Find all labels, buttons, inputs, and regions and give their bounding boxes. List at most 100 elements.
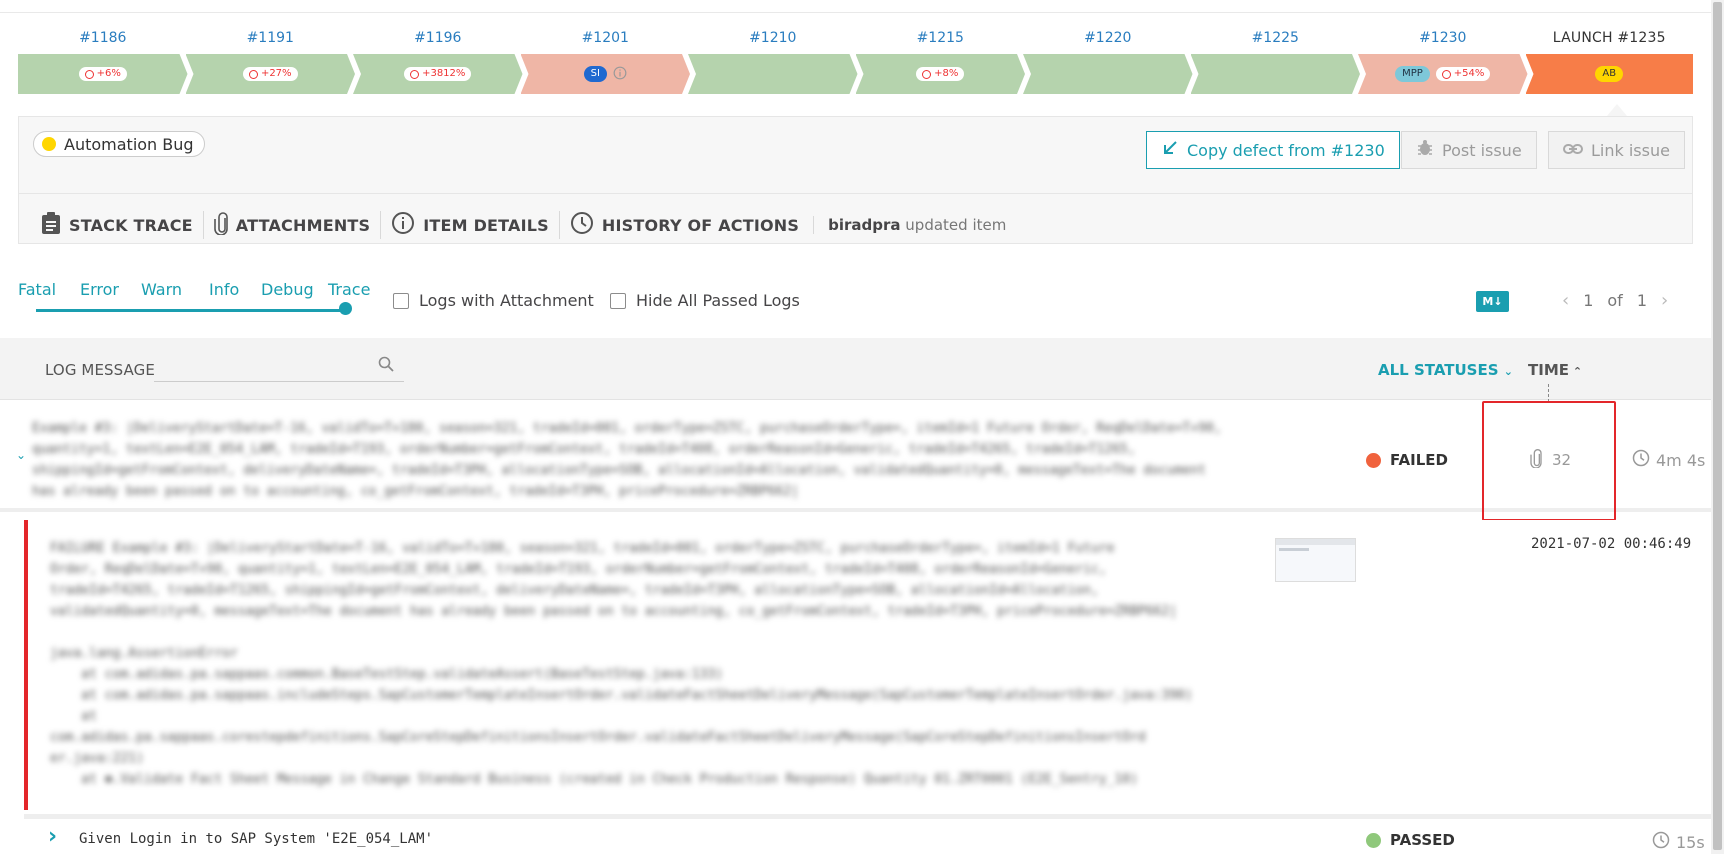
time-sort-header[interactable]: TIME ⌃ bbox=[1528, 361, 1582, 379]
history-item[interactable]: #1230 MPP +54% bbox=[1358, 28, 1528, 96]
last-action-note: biradpra updated item bbox=[813, 216, 1006, 234]
tab-attachments[interactable]: ATTACHMENTS bbox=[202, 211, 381, 239]
tab-stack-trace[interactable]: STACK TRACE bbox=[31, 212, 203, 238]
defect-tag: SI bbox=[583, 66, 607, 82]
history-item-number[interactable]: #1191 bbox=[186, 28, 356, 48]
history-line: #1186 +6% #1191 +27% #1196 +3812% #1201 SI #1210… bbox=[18, 28, 1693, 96]
level-slider-handle[interactable] bbox=[339, 302, 352, 315]
tab-history-label: HISTORY OF ACTIONS bbox=[601, 215, 800, 235]
history-item[interactable]: #1196 +3812% bbox=[353, 28, 523, 96]
history-item[interactable]: #1210 bbox=[688, 28, 858, 96]
tab-item-details[interactable]: ITEM DETAILS bbox=[380, 211, 559, 239]
highlight-box bbox=[1482, 401, 1616, 521]
history-item[interactable]: #1215 +8% bbox=[856, 28, 1026, 96]
history-item-number[interactable]: #1201 bbox=[521, 28, 691, 48]
history-item-number[interactable]: #1225 bbox=[1191, 28, 1361, 48]
search-icon[interactable] bbox=[378, 356, 394, 376]
clock-icon bbox=[248, 69, 258, 79]
info-icon[interactable] bbox=[613, 65, 627, 84]
clock-icon bbox=[410, 69, 420, 79]
history-item-number[interactable]: #1220 bbox=[1023, 28, 1193, 48]
log-entry-text: FAILURE Example #3: |DeliveryStartDate=T… bbox=[50, 541, 1193, 787]
defect-panel: Automation Bug Copy defect from #1230 Po… bbox=[18, 116, 1693, 244]
log-message-text: Example #3: |DeliveryStartDate=T-16, val… bbox=[32, 421, 1222, 499]
level-error[interactable]: Error bbox=[80, 280, 119, 299]
top-border bbox=[0, 0, 1711, 13]
clipboard-icon bbox=[41, 212, 61, 238]
logs-with-attachment-label: Logs with Attachment bbox=[419, 291, 594, 310]
screenshot-thumbnail[interactable] bbox=[1275, 538, 1356, 582]
time-column-guide bbox=[1548, 384, 1549, 402]
checkbox-box[interactable] bbox=[393, 292, 409, 309]
level-slider-track[interactable] bbox=[36, 309, 348, 312]
duration-label: 15s bbox=[1676, 832, 1705, 852]
copy-defect-button[interactable]: Copy defect from #1230 bbox=[1146, 131, 1400, 169]
scrollbar-thumb[interactable] bbox=[1713, 2, 1722, 850]
clock-icon bbox=[1652, 831, 1670, 853]
duration-change-badge: +8% bbox=[916, 67, 965, 81]
duration-change-label: +27% bbox=[260, 68, 292, 79]
checkbox-box[interactable] bbox=[610, 292, 626, 309]
link-issue-button[interactable]: Link issue bbox=[1548, 131, 1685, 169]
history-item-current[interactable]: LAUNCH #1235 AB bbox=[1525, 28, 1694, 96]
level-debug[interactable]: Debug bbox=[261, 280, 314, 299]
clock-icon bbox=[570, 211, 594, 239]
last-action-user: biradpra bbox=[828, 216, 901, 234]
status-dot bbox=[1366, 452, 1381, 468]
chevron-right-icon[interactable]: › bbox=[48, 824, 57, 849]
level-warn[interactable]: Warn bbox=[141, 280, 182, 299]
history-item-badges: +6% bbox=[18, 54, 188, 94]
log-search-input[interactable] bbox=[154, 352, 404, 382]
history-item-number[interactable]: #1186 bbox=[18, 28, 188, 48]
history-item-number[interactable]: #1215 bbox=[856, 28, 1026, 48]
defect-type-badge[interactable]: Automation Bug bbox=[33, 131, 205, 157]
hide-passed-logs-checkbox[interactable]: Hide All Passed Logs bbox=[610, 291, 800, 310]
all-statuses-label: ALL STATUSES bbox=[1378, 361, 1499, 379]
history-item[interactable]: #1201 SI bbox=[521, 28, 691, 96]
clock-icon bbox=[922, 69, 932, 79]
level-fatal[interactable]: Fatal bbox=[18, 280, 56, 299]
duration-change-label: +3812% bbox=[422, 68, 466, 79]
history-item-badges: SI bbox=[521, 54, 691, 94]
all-statuses-dropdown[interactable]: ALL STATUSES ⌄ bbox=[1378, 361, 1513, 379]
page-current: 1 bbox=[1583, 291, 1594, 310]
clock-icon bbox=[1632, 449, 1650, 471]
tab-stack-trace-label: STACK TRACE bbox=[69, 215, 193, 235]
tab-attachments-label: ATTACHMENTS bbox=[235, 215, 371, 235]
defect-tag: MPP bbox=[1395, 66, 1430, 82]
duration-change-badge: +54% bbox=[1435, 67, 1491, 81]
history-item[interactable]: #1225 bbox=[1191, 28, 1361, 96]
history-item-number[interactable]: LAUNCH #1235 bbox=[1526, 28, 1694, 48]
arrow-down-left-icon bbox=[1161, 139, 1179, 161]
duration-change-badge: +3812% bbox=[404, 67, 472, 81]
log-row[interactable]: › Given Login in to SAP System 'E2E_054_… bbox=[24, 814, 1711, 854]
log-message-header: LOG MESSAGE bbox=[45, 361, 155, 379]
markdown-toggle-button[interactable]: M↓ bbox=[1476, 291, 1509, 312]
tab-history-of-actions[interactable]: HISTORY OF ACTIONS bbox=[558, 211, 809, 239]
clock-icon bbox=[84, 69, 94, 79]
log-timestamp: 2021-07-02 00:46:49 bbox=[1531, 536, 1692, 552]
defect-tag: AB bbox=[1595, 66, 1624, 82]
prev-page-icon[interactable]: ‹ bbox=[1562, 290, 1569, 311]
log-row[interactable]: ⌄ Example #3: |DeliveryStartDate=T-16, v… bbox=[0, 404, 1711, 512]
history-item-number[interactable]: #1210 bbox=[688, 28, 858, 48]
post-issue-button[interactable]: Post issue bbox=[1401, 131, 1537, 169]
info-icon bbox=[391, 211, 415, 239]
level-info[interactable]: Info bbox=[209, 280, 239, 299]
chevron-down-icon[interactable]: ⌄ bbox=[16, 448, 26, 462]
logs-with-attachment-checkbox[interactable]: Logs with Attachment bbox=[393, 291, 594, 310]
defect-type-dot bbox=[42, 137, 56, 151]
next-page-icon[interactable]: › bbox=[1661, 290, 1668, 311]
log-table-header: LOG MESSAGE ALL STATUSES ⌄ TIME ⌃ bbox=[0, 338, 1711, 400]
level-trace[interactable]: Trace bbox=[328, 280, 370, 299]
history-item[interactable]: #1191 +27% bbox=[186, 28, 356, 96]
link-issue-label: Link issue bbox=[1591, 140, 1670, 160]
history-item[interactable]: #1220 bbox=[1023, 28, 1193, 96]
history-item-number[interactable]: #1230 bbox=[1358, 28, 1528, 48]
history-item-number[interactable]: #1196 bbox=[353, 28, 523, 48]
history-item-badges bbox=[688, 54, 858, 94]
history-item[interactable]: #1186 +6% bbox=[18, 28, 188, 96]
status-label: FAILED bbox=[1390, 451, 1448, 469]
last-action-text: updated item bbox=[900, 216, 1007, 234]
current-launch-pointer bbox=[1607, 104, 1627, 116]
